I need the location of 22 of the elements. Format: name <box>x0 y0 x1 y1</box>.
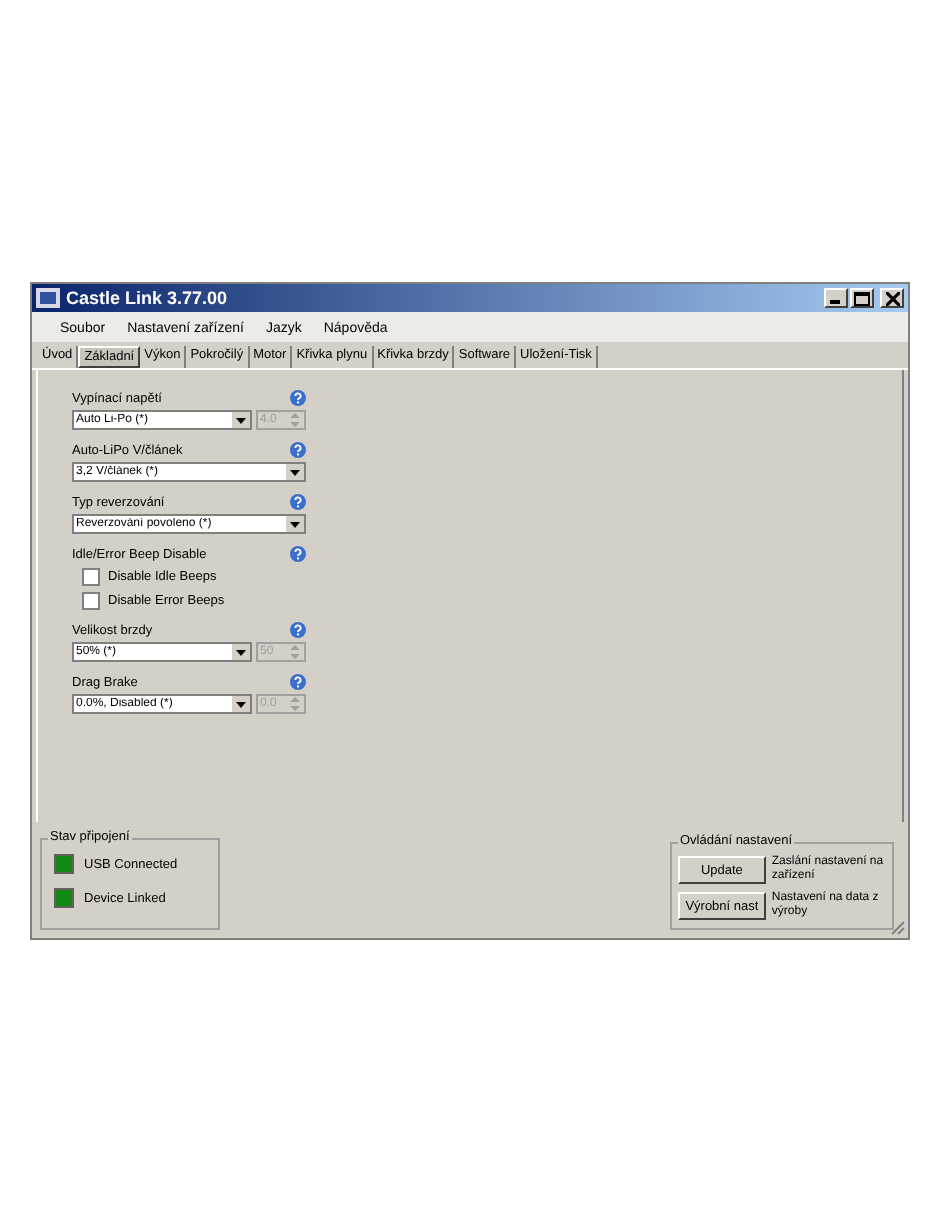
help-icon[interactable] <box>290 494 306 510</box>
help-icon[interactable] <box>290 546 306 562</box>
caret-icon <box>290 469 300 475</box>
spin-arrows-icon <box>286 694 304 714</box>
close-icon <box>885 291 899 305</box>
spin-arrows-icon <box>286 642 304 662</box>
caret-icon <box>290 521 300 527</box>
app-icon <box>36 288 60 308</box>
resize-grip-icon[interactable] <box>890 920 906 936</box>
caret-icon <box>236 649 246 655</box>
help-icon[interactable] <box>290 390 306 406</box>
minimize-button[interactable] <box>824 288 848 308</box>
caret-icon <box>236 417 246 423</box>
help-icon[interactable] <box>290 442 306 458</box>
help-icon[interactable] <box>290 622 306 638</box>
spin-arrows-icon <box>286 410 304 430</box>
window-title: Castle Link 3.77.00 <box>66 288 228 308</box>
caret-icon <box>236 701 246 707</box>
help-icon[interactable] <box>290 674 306 690</box>
maximize-button[interactable] <box>850 288 874 308</box>
close-button[interactable] <box>880 288 904 308</box>
maximize-icon <box>854 291 870 305</box>
